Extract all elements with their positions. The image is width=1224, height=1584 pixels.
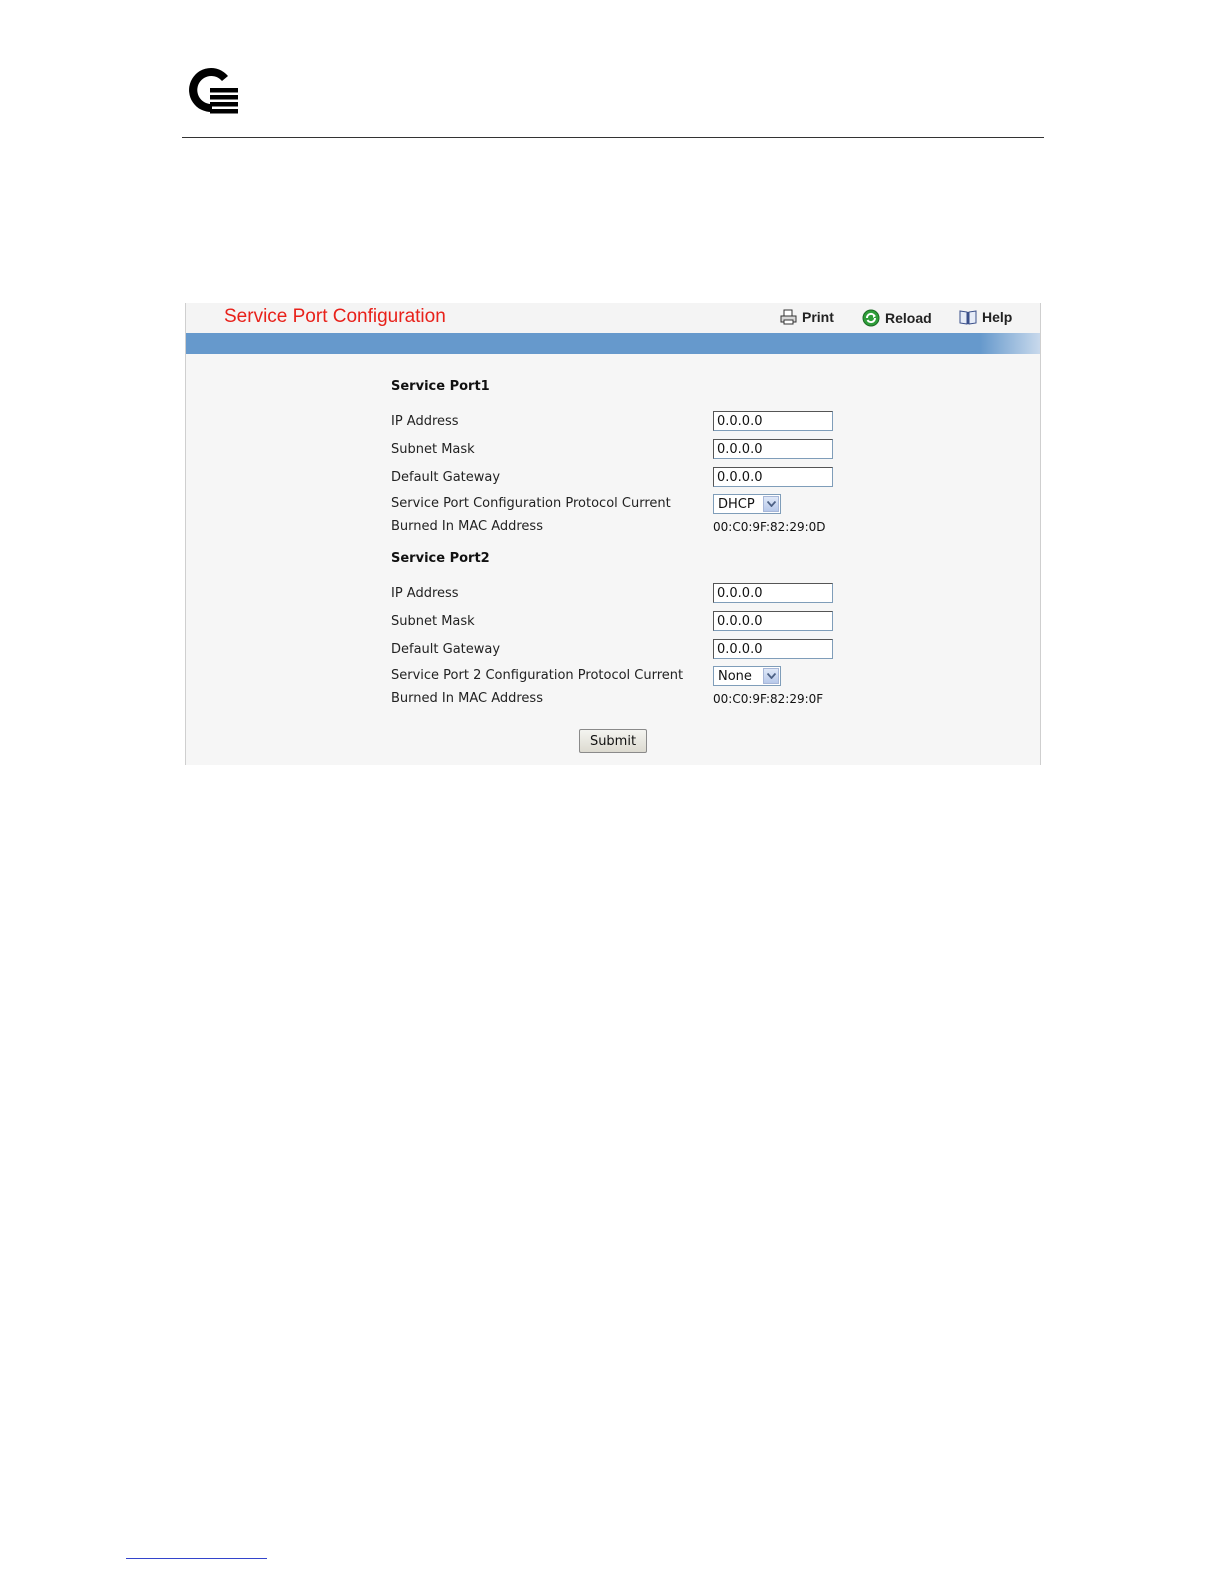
- port2-mask-label: Subnet Mask: [391, 614, 475, 629]
- print-label: Print: [802, 309, 834, 325]
- help-button[interactable]: Help: [959, 309, 1012, 325]
- chevron-down-icon: [763, 668, 779, 684]
- printer-icon: [780, 309, 797, 325]
- company-logo: [184, 62, 240, 118]
- port1-ip-input[interactable]: [713, 411, 833, 431]
- port1-ip-label: IP Address: [391, 414, 459, 429]
- q-logo-icon: [189, 68, 238, 114]
- port2-ip-label: IP Address: [391, 586, 459, 601]
- service-port-panel: Service Port Configuration Print Reload: [185, 303, 1041, 765]
- port1-gateway-input[interactable]: [713, 467, 833, 487]
- chevron-down-icon: [763, 496, 779, 512]
- port1-mask-input[interactable]: [713, 439, 833, 459]
- footer-link-underline: [126, 1558, 267, 1559]
- port2-heading: Service Port2: [391, 551, 490, 566]
- port2-protocol-label: Service Port 2 Configuration Protocol Cu…: [391, 668, 684, 683]
- port2-gateway-input[interactable]: [713, 639, 833, 659]
- port1-protocol-label: Service Port Configuration Protocol Curr…: [391, 496, 671, 511]
- port1-mac-label: Burned In MAC Address: [391, 519, 543, 534]
- reload-label: Reload: [885, 310, 932, 326]
- port1-protocol-value: DHCP: [718, 496, 755, 512]
- reload-button[interactable]: Reload: [862, 309, 932, 327]
- help-label: Help: [982, 309, 1013, 325]
- port1-mac-value: 00:C0:9F:82:29:0D: [713, 520, 826, 534]
- port1-protocol-select[interactable]: DHCP: [713, 494, 781, 514]
- book-help-icon: [959, 310, 977, 325]
- port1-mask-label: Subnet Mask: [391, 442, 475, 457]
- port2-gateway-label: Default Gateway: [391, 642, 501, 657]
- port1-heading: Service Port1: [391, 379, 490, 394]
- panel-header: Service Port Configuration Print Reload: [186, 303, 1040, 333]
- port2-protocol-select[interactable]: None: [713, 666, 781, 686]
- header-divider: [182, 137, 1044, 138]
- header-bar: [186, 333, 1040, 354]
- port2-mac-value: 00:C0:9F:82:29:0F: [713, 692, 824, 706]
- port1-gateway-label: Default Gateway: [391, 470, 501, 485]
- print-button[interactable]: Print: [780, 309, 834, 325]
- port2-ip-input[interactable]: [713, 583, 833, 603]
- page-title: Service Port Configuration: [224, 306, 446, 327]
- port2-protocol-value: None: [718, 668, 752, 684]
- port2-mac-label: Burned In MAC Address: [391, 691, 543, 706]
- reload-icon: [862, 309, 880, 327]
- port2-mask-input[interactable]: [713, 611, 833, 631]
- submit-button[interactable]: Submit: [579, 729, 647, 753]
